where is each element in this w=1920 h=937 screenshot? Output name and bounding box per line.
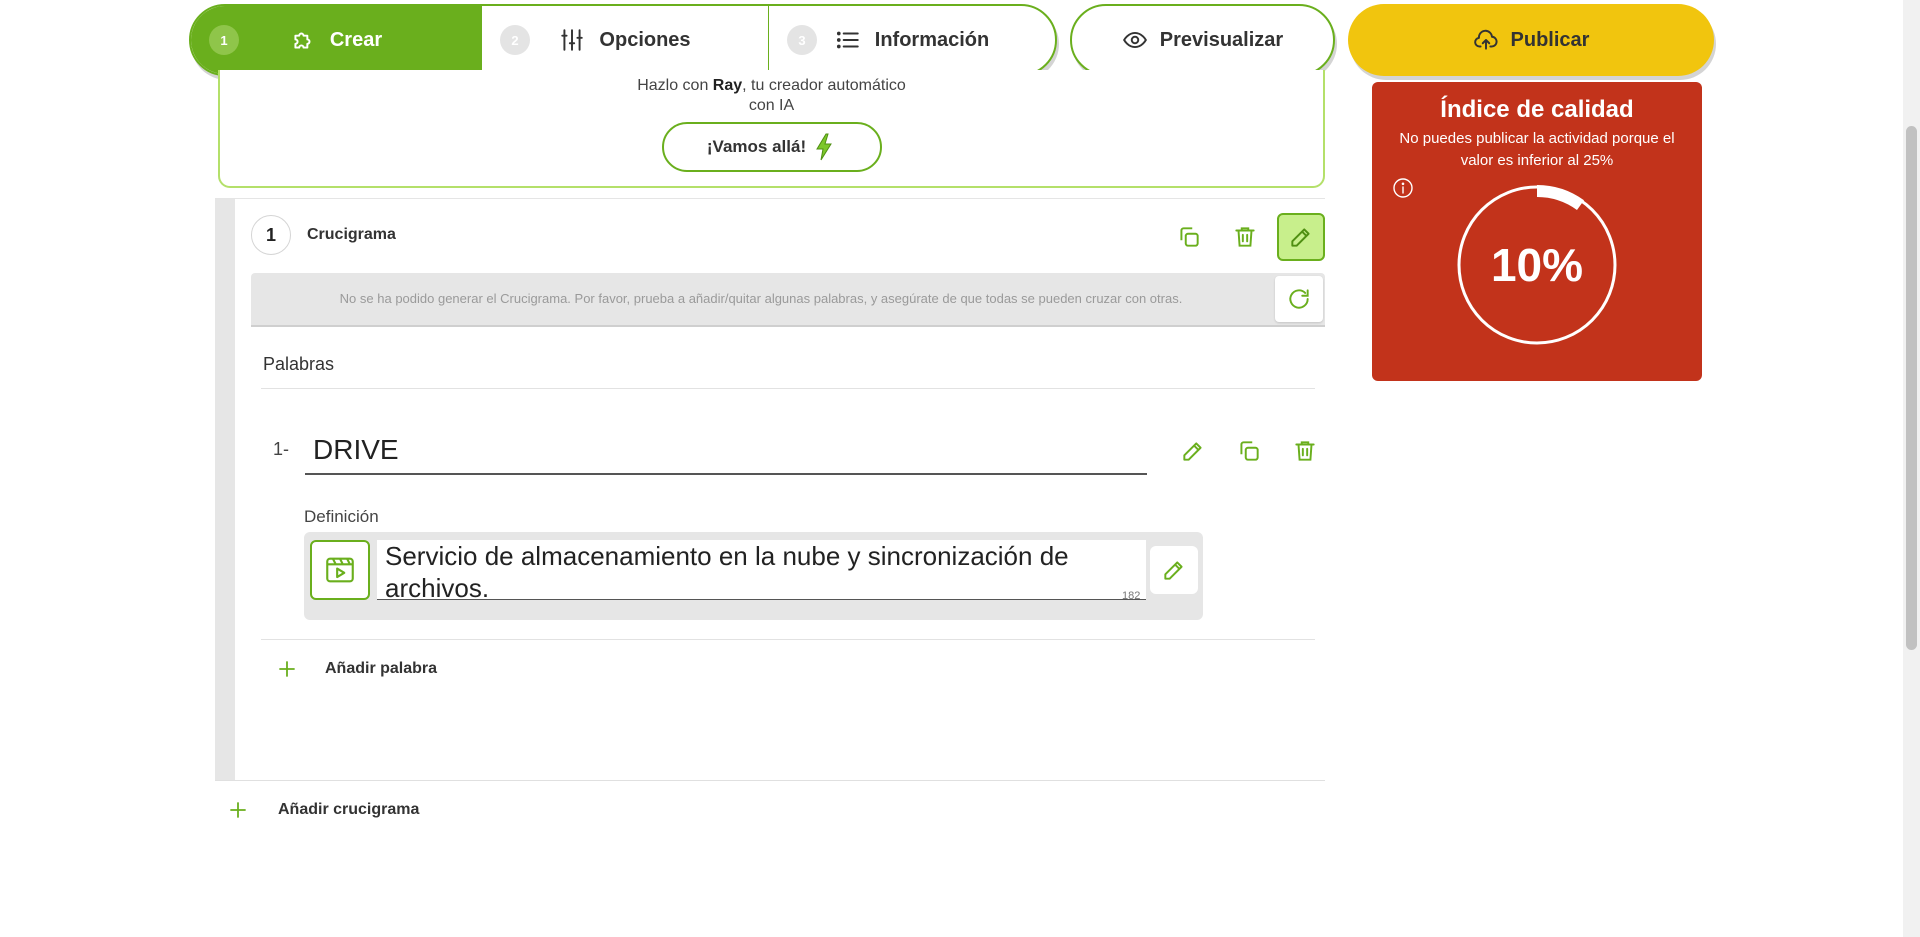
divider (261, 388, 1315, 389)
character-count: 182 (1122, 590, 1141, 602)
tab-opciones[interactable]: 2 Opciones (481, 6, 768, 74)
step-tabs: 1 Crear 2 Opciones 3 Información (189, 4, 1057, 76)
definition-label: Definición (304, 507, 379, 526)
sliders-icon (559, 27, 585, 53)
crossword-header: 1 Crucigrama (251, 215, 396, 255)
regenerate-button[interactable] (1275, 276, 1323, 322)
add-crossword-label: Añadir crucigrama (278, 801, 420, 818)
delete-crossword-button[interactable] (1221, 213, 1269, 261)
tab-label: Crear (329, 28, 383, 51)
step-number: 1 (209, 25, 239, 55)
add-word-label: Añadir palabra (325, 660, 438, 677)
words-section-title: Palabras (263, 354, 335, 374)
add-media-button[interactable] (310, 540, 370, 600)
publish-label: Publicar (1510, 28, 1590, 51)
word-actions (1161, 427, 1329, 475)
quality-percentage: 10% (1490, 239, 1584, 291)
video-icon (326, 557, 354, 583)
tab-informacion[interactable]: 3 Información (768, 6, 1055, 74)
ai-start-button[interactable]: ¡Vamos allá! (661, 122, 882, 172)
copy-icon (1240, 441, 1259, 461)
ai-start-label: ¡Vamos allá! (706, 137, 807, 156)
delete-word-button[interactable] (1281, 427, 1329, 475)
cloud-upload-icon (1473, 27, 1499, 53)
edit-definition-button[interactable] (1150, 546, 1198, 594)
crossword-card: 1 Crucigrama No se ha podido generar el … (215, 198, 1325, 781)
publish-button[interactable]: Publicar (1348, 4, 1714, 76)
info-icon[interactable] (1392, 177, 1414, 199)
duplicate-word-button[interactable] (1225, 427, 1273, 475)
pencil-icon (1291, 228, 1310, 247)
list-icon (835, 27, 861, 53)
step-number: 2 (500, 25, 530, 55)
add-crossword-button[interactable]: Añadir crucigrama (228, 800, 419, 820)
ai-description: Hazlo con Ray, tu creador automático con… (220, 76, 1323, 116)
tab-crear[interactable]: 1 Crear (191, 6, 481, 74)
generation-error: No se ha podido generar el Crucigrama. P… (251, 273, 1325, 327)
ai-name: Ray (712, 77, 743, 94)
edit-word-button[interactable] (1169, 427, 1217, 475)
quality-index-panel: Índice de calidad No puedes publicar la … (1372, 82, 1702, 381)
tab-label: Opciones (599, 28, 691, 51)
divider (261, 639, 1315, 640)
add-word-button[interactable]: Añadir palabra (277, 659, 437, 679)
ai-text-line2: con IA (748, 97, 795, 114)
crossword-actions (1157, 213, 1325, 261)
refresh-icon (1289, 289, 1309, 309)
edit-crossword-button[interactable] (1277, 213, 1325, 261)
scrollbar-thumb[interactable] (1906, 126, 1917, 650)
definition-input[interactable]: Servicio de almacenamiento en la nube y … (377, 540, 1146, 600)
crossword-title: Crucigrama (307, 226, 396, 243)
ai-creator-box: Hazlo con Ray, tu creador automático con… (218, 70, 1325, 188)
quality-title: Índice de calidad (1440, 96, 1634, 123)
duplicate-crossword-button[interactable] (1165, 213, 1213, 261)
puzzle-icon (290, 27, 316, 53)
tab-label: Información (874, 28, 990, 51)
preview-button[interactable]: Previsualizar (1070, 4, 1335, 76)
page-scrollbar[interactable] (1903, 0, 1920, 937)
trash-icon (1235, 227, 1255, 247)
copy-icon (1180, 227, 1199, 247)
card-drag-bar[interactable] (215, 199, 235, 780)
word-index: 1- (273, 439, 290, 459)
plus-icon (277, 659, 297, 679)
plus-icon (228, 800, 248, 820)
step-number: 3 (787, 25, 817, 55)
word-input[interactable]: DRIVE (305, 427, 1147, 475)
eye-icon (1122, 27, 1148, 53)
preview-label: Previsualizar (1159, 28, 1284, 51)
lightning-icon (814, 133, 836, 161)
crossword-number: 1 (251, 215, 291, 255)
ai-text-suffix: , tu creador automático (742, 77, 906, 94)
quality-subtitle: No puedes publicar la actividad porque e… (1399, 130, 1675, 169)
error-message: No se ha podido generar el Crucigrama. P… (339, 291, 1183, 306)
ai-text-prefix: Hazlo con (637, 77, 713, 94)
pencil-icon (1183, 442, 1202, 461)
pencil-icon (1164, 561, 1183, 580)
definition-box: Servicio de almacenamiento en la nube y … (304, 532, 1203, 620)
trash-icon (1295, 441, 1315, 461)
